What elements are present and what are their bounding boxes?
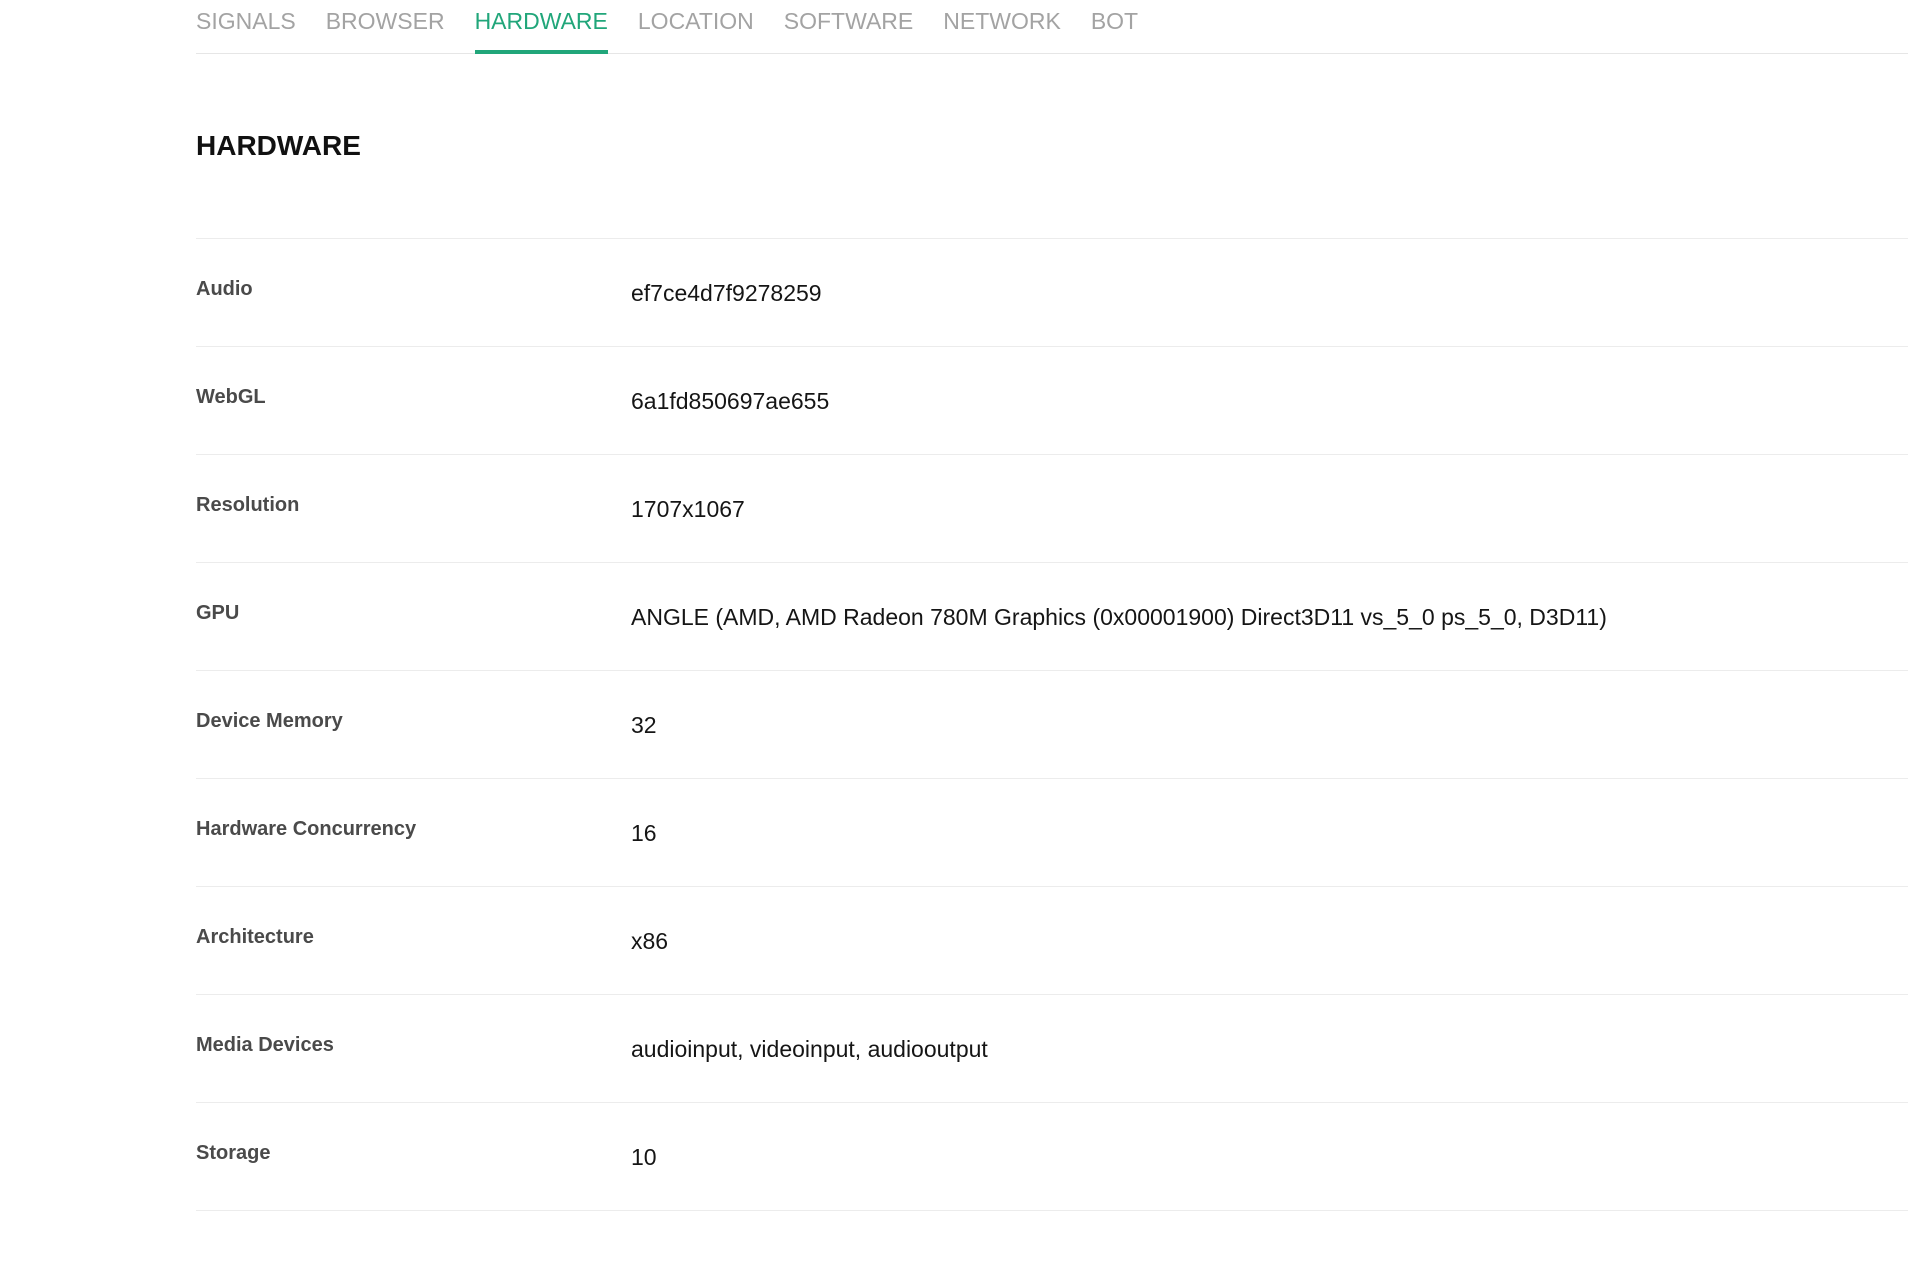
row-label: Hardware Concurrency: [196, 818, 417, 840]
row-gpu: GPU ANGLE (AMD, AMD Radeon 780M Graphics…: [196, 563, 1908, 671]
row-label: Architecture: [196, 926, 314, 948]
row-hardware-concurrency: Hardware Concurrency 16: [196, 779, 1908, 887]
hardware-table: Audio ef7ce4d7f9278259 WebGL 6a1fd850697…: [196, 238, 1908, 1211]
row-resolution: Resolution 1707x1067: [196, 455, 1908, 563]
tab-bar: SIGNALS BROWSER HARDWARE LOCATION SOFTWA…: [196, 0, 1908, 54]
tab-bot[interactable]: BOT: [1091, 0, 1138, 53]
row-value: 6a1fd850697ae655: [631, 388, 830, 414]
row-label: Storage: [196, 1142, 271, 1164]
row-value: 10: [631, 1144, 657, 1170]
section-title: HARDWARE: [196, 130, 361, 161]
row-label: Device Memory: [196, 710, 343, 732]
row-value: 1707x1067: [631, 496, 745, 522]
tab-hardware[interactable]: HARDWARE: [474, 0, 609, 54]
row-device-memory: Device Memory 32: [196, 671, 1908, 779]
tab-location[interactable]: LOCATION: [638, 0, 754, 53]
tab-browser[interactable]: BROWSER: [326, 0, 445, 53]
row-value: x86: [631, 928, 669, 954]
hardware-page: SIGNALS BROWSER HARDWARE LOCATION SOFTWA…: [196, 0, 1908, 1211]
row-storage: Storage 10: [196, 1103, 1908, 1211]
row-value: 32: [631, 712, 657, 738]
tab-network[interactable]: NETWORK: [943, 0, 1061, 53]
tab-signals[interactable]: SIGNALS: [196, 0, 296, 53]
row-label: Audio: [196, 278, 253, 300]
row-value: audioinput, videoinput, audiooutput: [631, 1036, 988, 1062]
row-label: WebGL: [196, 386, 266, 408]
row-label: GPU: [196, 602, 240, 624]
row-audio: Audio ef7ce4d7f9278259: [196, 239, 1908, 347]
row-architecture: Architecture x86: [196, 887, 1908, 995]
row-value: ANGLE (AMD, AMD Radeon 780M Graphics (0x…: [631, 604, 1607, 630]
row-label: Media Devices: [196, 1034, 334, 1056]
row-value: ef7ce4d7f9278259: [631, 280, 822, 306]
row-webgl: WebGL 6a1fd850697ae655: [196, 347, 1908, 455]
tab-software[interactable]: SOFTWARE: [784, 0, 913, 53]
row-value: 16: [631, 820, 657, 846]
row-media-devices: Media Devices audioinput, videoinput, au…: [196, 995, 1908, 1103]
row-label: Resolution: [196, 494, 300, 516]
